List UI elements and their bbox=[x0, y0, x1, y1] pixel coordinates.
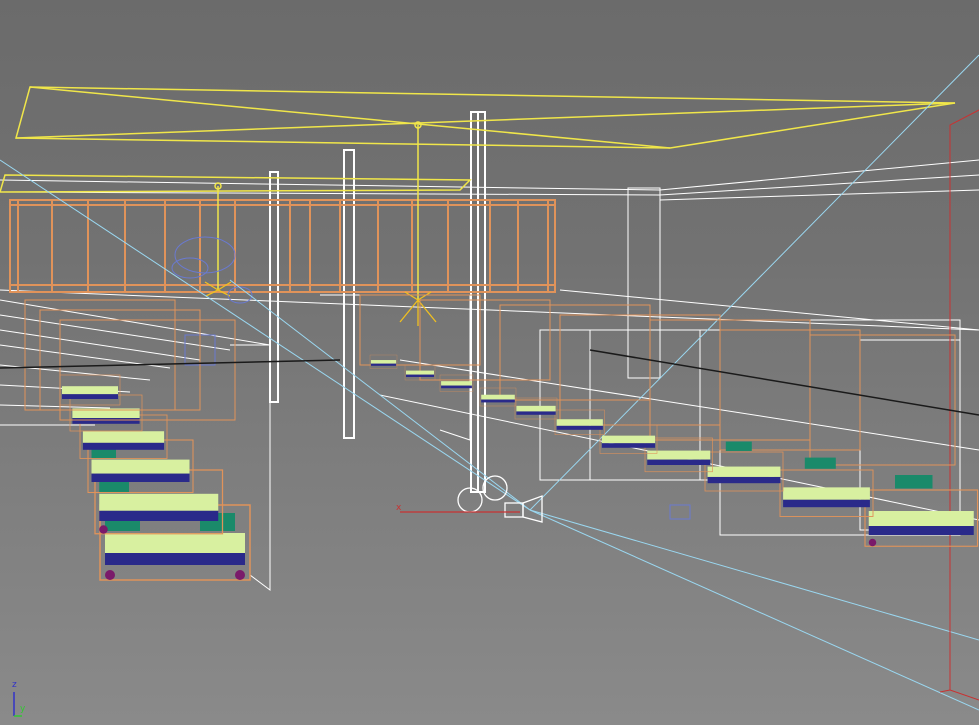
bed bbox=[439, 374, 474, 392]
left-bed-row bbox=[24, 299, 251, 581]
bed bbox=[704, 441, 784, 492]
bed bbox=[514, 397, 558, 420]
bed bbox=[69, 394, 143, 432]
bed bbox=[599, 424, 658, 454]
perspective-viewport[interactable]: z y x bbox=[0, 0, 979, 725]
bed bbox=[59, 374, 121, 406]
axis-y-label: y bbox=[20, 704, 26, 714]
helper-objects bbox=[171, 236, 691, 520]
bed bbox=[864, 475, 979, 547]
light-icon bbox=[204, 281, 437, 326]
scene-wireframe bbox=[0, 54, 979, 711]
world-axis-icon: z y bbox=[8, 680, 38, 720]
bed bbox=[369, 354, 398, 369]
floor-edge bbox=[0, 359, 341, 369]
camera-axis-x-label: x bbox=[396, 503, 402, 513]
camera-frustum bbox=[0, 54, 979, 711]
right-bed-row bbox=[359, 294, 979, 547]
bed bbox=[554, 409, 605, 435]
window-band bbox=[9, 199, 556, 293]
bed bbox=[644, 437, 713, 473]
axis-z-label: z bbox=[12, 680, 17, 690]
floor-edge bbox=[589, 349, 979, 416]
bed bbox=[779, 457, 874, 517]
